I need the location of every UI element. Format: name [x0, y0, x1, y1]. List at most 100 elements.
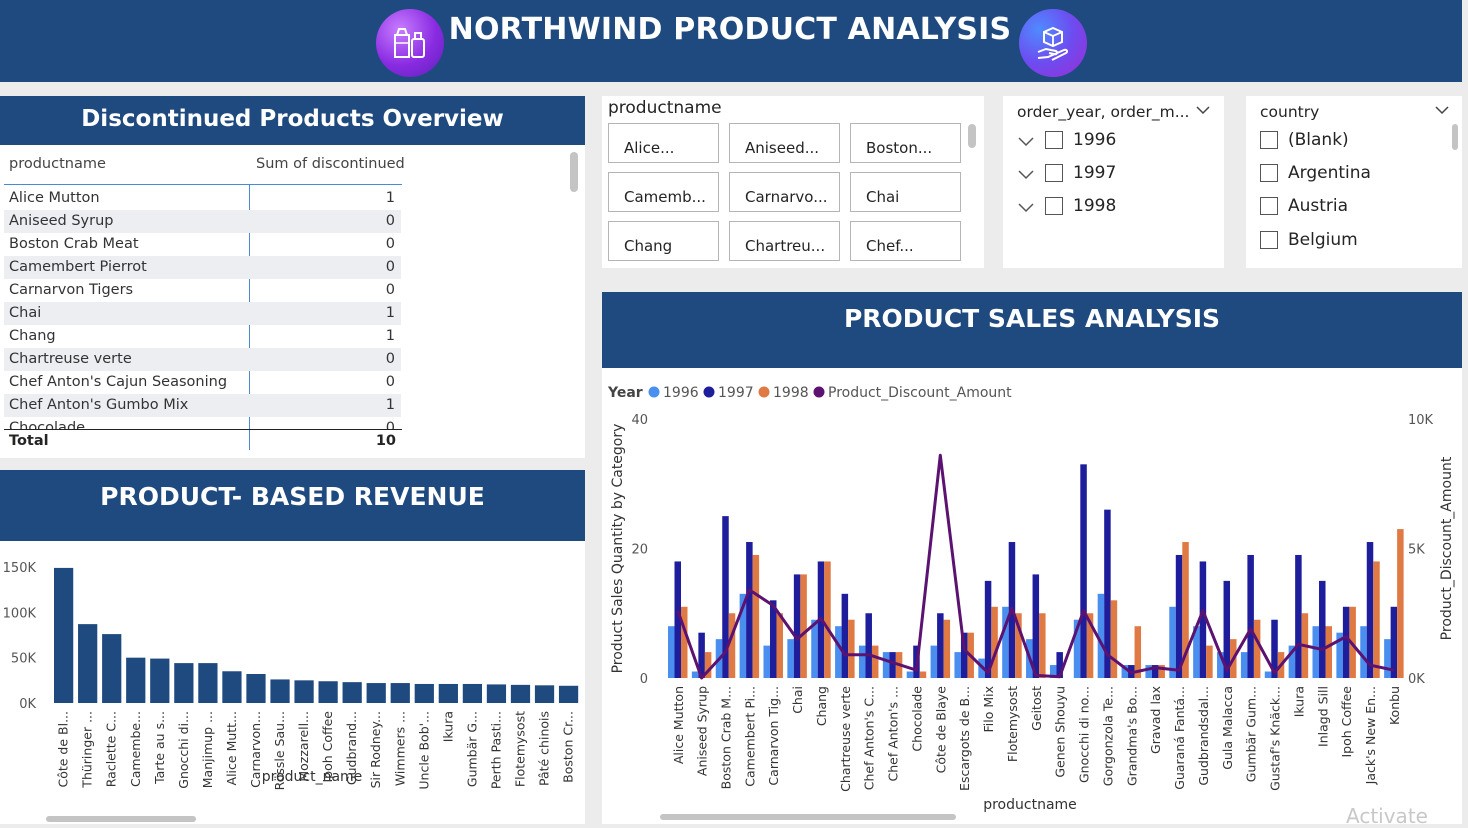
legend-label: 1998 — [773, 385, 809, 401]
x-tick-label: Sir Rodney... — [368, 711, 383, 788]
table-row[interactable]: Chef Anton's Gumbo Mix 1 — [4, 394, 401, 417]
checkbox[interactable] — [1045, 164, 1063, 182]
chart-scrollbar[interactable] — [46, 816, 196, 822]
table-row[interactable]: Chef Anton's Cajun Seasoning 0 — [4, 371, 401, 394]
sales-bar-1998 — [824, 561, 831, 678]
x-tick-label: Uncle Bob'... — [416, 711, 431, 790]
legend-label: 1997 — [718, 385, 754, 401]
chart-scrollbar[interactable] — [660, 814, 956, 820]
sales-bar-1996 — [1240, 652, 1248, 678]
slicer-tile[interactable]: Aniseed... — [729, 123, 840, 163]
legend-marker — [648, 386, 660, 398]
x-tick-label: Alice Mutton — [671, 686, 686, 764]
x-tick-label: Flotemysost — [512, 711, 527, 787]
row-value: 1 — [385, 305, 395, 321]
sales-bar-1997 — [769, 600, 777, 678]
slicer-tile[interactable]: Chang — [608, 221, 719, 261]
sales-bar-1996 — [1264, 671, 1272, 678]
revenue-bar — [126, 657, 146, 703]
year-option[interactable]: 1998 — [1073, 196, 1116, 216]
row-name: Camembert Pierrot — [9, 259, 147, 275]
checkbox[interactable] — [1260, 231, 1278, 249]
country-option[interactable]: Austria — [1288, 196, 1348, 216]
sales-bar-1998 — [991, 606, 998, 678]
sales-bar-1997 — [889, 652, 896, 678]
sales-bar-1996 — [787, 639, 794, 678]
slicer-scrollbar[interactable] — [968, 124, 976, 148]
slicer-tile[interactable]: Alice... — [608, 123, 719, 163]
sales-bar-1996 — [954, 652, 961, 678]
sales-title: PRODUCT SALES ANALYSIS — [602, 292, 1462, 368]
chevron-down-icon[interactable] — [1018, 136, 1034, 148]
row-value: 0 — [385, 259, 395, 275]
column-header-productname[interactable]: productname — [9, 156, 106, 172]
table-row[interactable]: Chai 1 — [4, 302, 401, 325]
x-tick-label: Chang — [814, 686, 829, 726]
slicer-tile[interactable]: Chartreu... — [729, 221, 840, 261]
slicer-tile[interactable]: Boston... — [850, 123, 961, 163]
sales-bar-1997 — [1080, 464, 1087, 678]
x-tick-label: Chartreuse verte — [838, 686, 853, 792]
x-tick-label: Flotemysost — [1005, 686, 1020, 762]
x-tick-label: Ipoh Coffee — [1339, 686, 1354, 758]
year-option[interactable]: 1996 — [1073, 130, 1116, 150]
checkbox[interactable] — [1260, 164, 1278, 182]
x-tick-label: Carnarvon Tig... — [766, 686, 781, 786]
productname-slicer: productname Alice... Aniseed... Boston..… — [602, 96, 984, 268]
chevron-down-icon[interactable] — [1196, 105, 1210, 115]
total-label: Total — [9, 433, 49, 449]
chevron-down-icon[interactable] — [1018, 169, 1034, 181]
row-name: Carnarvon Tigers — [9, 282, 134, 298]
sales-bar-1998 — [776, 613, 783, 678]
x-tick-label: Inlagd Sill — [1315, 686, 1330, 747]
table-row[interactable]: Alice Mutton 1 — [4, 187, 401, 210]
slicer-tile[interactable]: Carnarvo... — [729, 172, 840, 212]
revenue-bar — [54, 567, 74, 703]
slicer-tile[interactable]: Chai — [850, 172, 961, 212]
table-row[interactable]: Chang 1 — [4, 325, 401, 348]
table-row[interactable]: Carnarvon Tigers 0 — [4, 279, 401, 302]
slicer-tile[interactable]: Chef... — [850, 221, 961, 261]
table-row[interactable]: Chartreuse verte 0 — [4, 348, 401, 371]
slicer-scrollbar[interactable] — [1452, 124, 1458, 150]
table-row[interactable]: Camembert Pierrot 0 — [4, 256, 401, 279]
slicer-tile[interactable]: Camemb... — [608, 172, 719, 212]
x-tick-label: Guaraná Fantá... — [1172, 686, 1187, 790]
x-tick-label: Boston Cr... — [561, 711, 576, 783]
y-tick-label: 0K — [19, 697, 36, 712]
revenue-bar — [414, 683, 434, 703]
country-option[interactable]: Belgium — [1288, 230, 1358, 250]
sales-bar-1998 — [1039, 613, 1046, 678]
sales-bar-1997 — [1319, 580, 1326, 678]
checkbox[interactable] — [1045, 131, 1063, 149]
country-option[interactable]: Argentina — [1288, 163, 1371, 183]
sales-bar-1996 — [835, 626, 842, 678]
x-tick-label: Alice Mutt... — [224, 711, 239, 785]
table-scrollbar[interactable] — [570, 152, 578, 192]
revenue-bar — [318, 681, 338, 703]
x-tick-label: Geitost — [1029, 686, 1044, 731]
row-value: 0 — [385, 282, 395, 298]
column-header-sum-discontinued[interactable]: Sum of discontinued — [256, 156, 405, 172]
row-name: Chef Anton's Gumbo Mix — [9, 397, 189, 413]
revenue-bar — [438, 683, 458, 703]
year-option[interactable]: 1997 — [1073, 163, 1116, 183]
legend-marker — [813, 386, 825, 398]
revenue-bar — [510, 684, 531, 703]
sales-bar-1998 — [1325, 626, 1333, 678]
chevron-down-icon[interactable] — [1435, 105, 1449, 115]
table-row[interactable]: Boston Crab Meat 0 — [4, 233, 401, 256]
chevron-down-icon[interactable] — [1018, 202, 1034, 214]
country-option[interactable]: (Blank) — [1288, 130, 1349, 150]
row-value: 0 — [385, 213, 395, 229]
revenue-title: PRODUCT- BASED REVENUE — [0, 470, 585, 541]
y2-tick-label: 0K — [1408, 672, 1425, 687]
y2-tick-label: 10K — [1408, 413, 1434, 428]
checkbox[interactable] — [1260, 131, 1278, 149]
checkbox[interactable] — [1260, 197, 1278, 215]
x-tick-label: Gustaf's Knäck... — [1268, 686, 1283, 791]
table-row[interactable]: Chocolade 0 — [4, 417, 401, 429]
row-value: 0 — [385, 420, 395, 429]
table-row[interactable]: Aniseed Syrup 0 — [4, 210, 401, 233]
checkbox[interactable] — [1045, 197, 1063, 215]
